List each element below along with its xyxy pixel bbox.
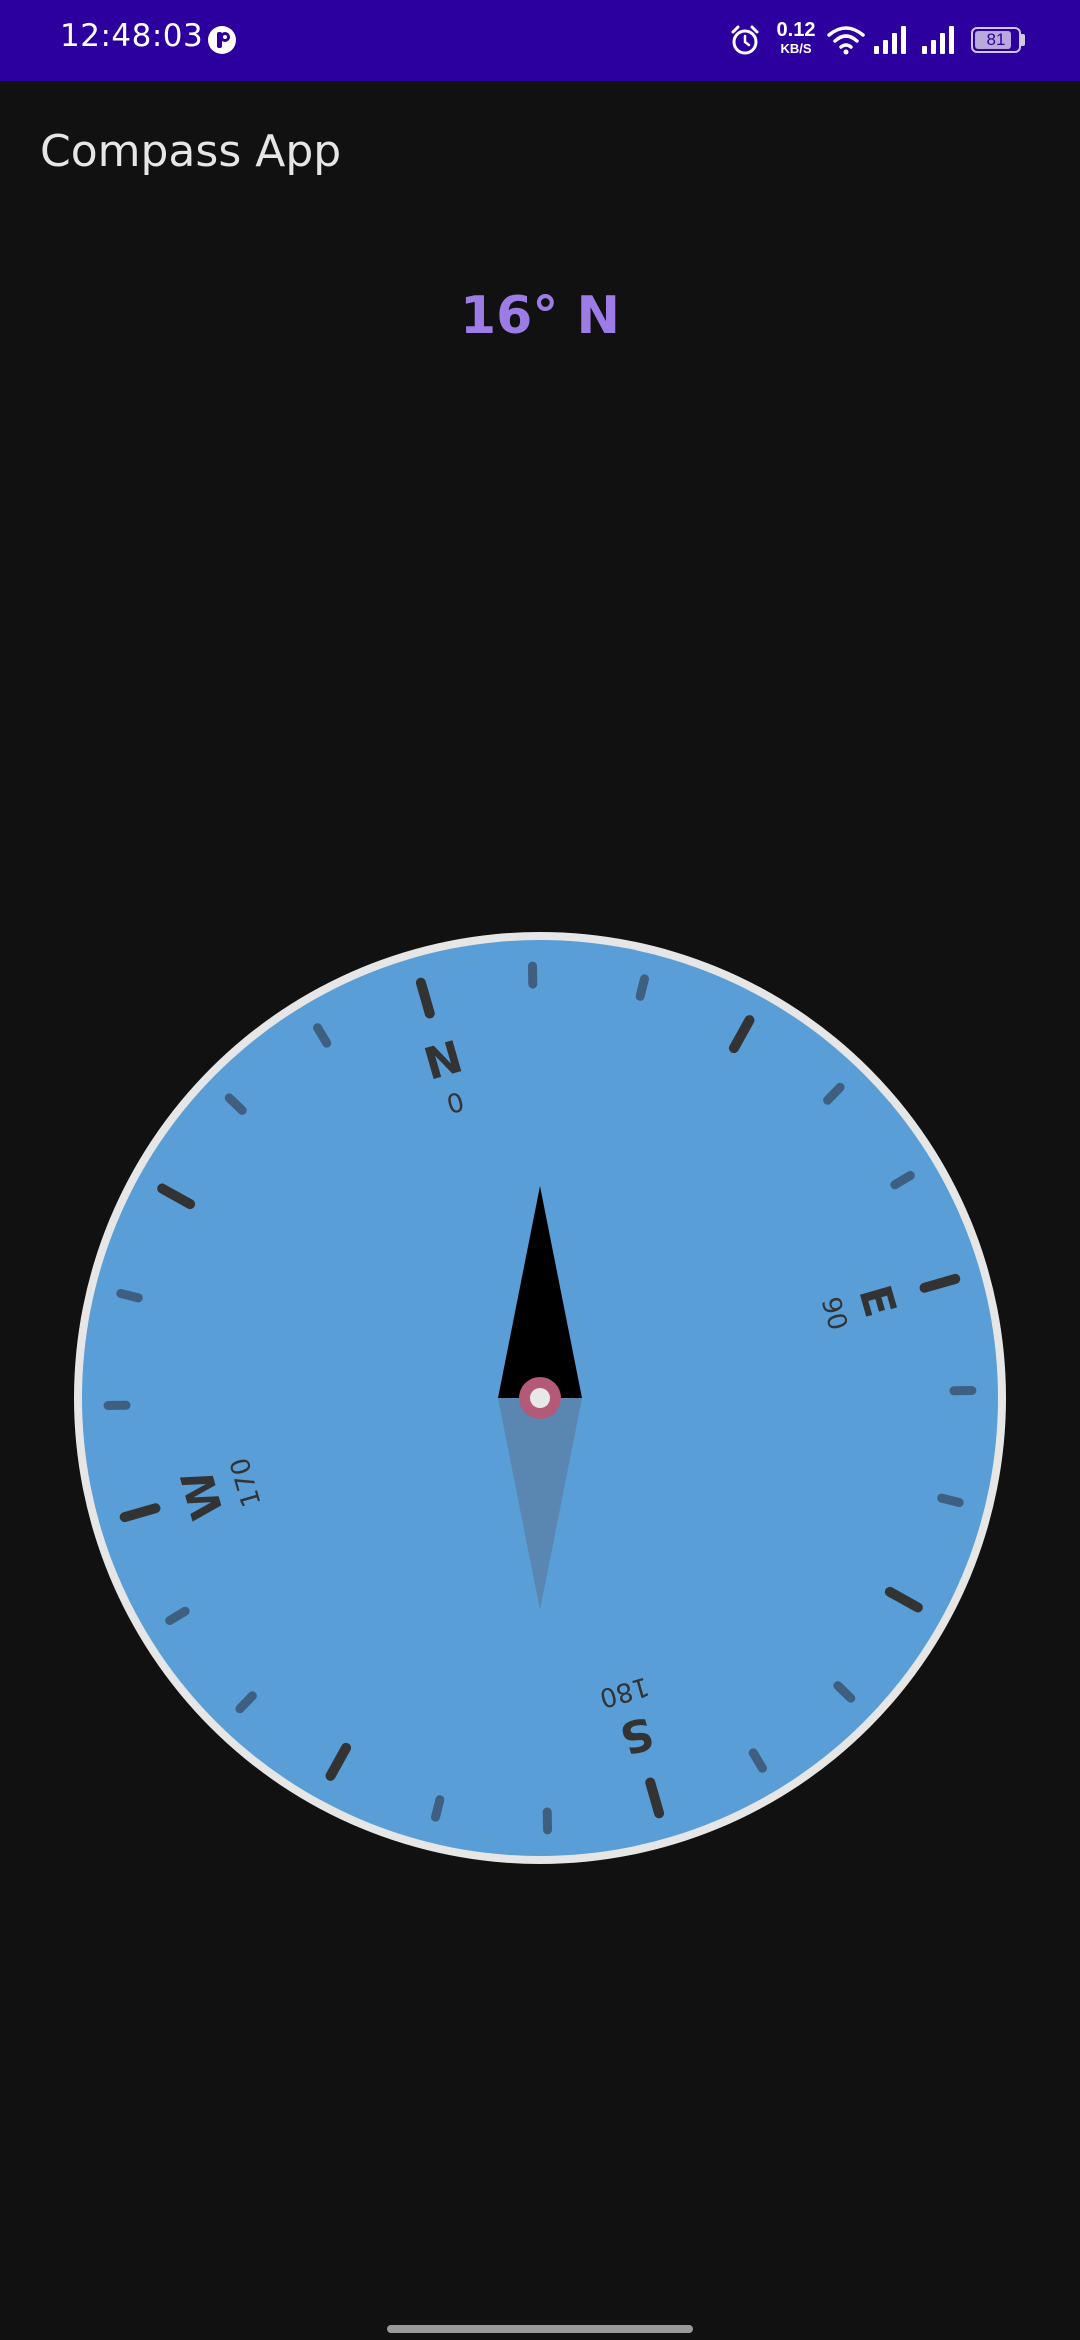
status-bar: 12:48:03 0.12 KB/S 81: [0, 0, 1080, 81]
notification-app-icon: [208, 26, 236, 54]
signal-icon: [874, 26, 906, 54]
battery-tip: [1021, 34, 1025, 46]
battery-level: 81: [986, 30, 1006, 49]
alarm-icon: [731, 25, 759, 55]
compass-dial: N0E90S180W170: [74, 932, 1006, 1864]
signal-icon: [922, 26, 954, 54]
wifi-icon: [827, 26, 865, 55]
network-speed: 0.12 KB/S: [774, 20, 818, 55]
app-title: Compass App: [40, 126, 342, 177]
minor-tick: [430, 1795, 445, 1822]
needle-pivot-center: [530, 1388, 550, 1408]
minor-tick: [116, 1288, 143, 1303]
network-speed-unit: KB/S: [780, 41, 812, 56]
minor-tick: [635, 974, 650, 1001]
minor-tick: [937, 1493, 964, 1508]
status-time: 12:48:03: [60, 18, 204, 54]
heading-readout: 16° N: [460, 286, 620, 346]
network-speed-value: 0.12: [776, 19, 816, 41]
home-indicator[interactable]: [387, 2325, 693, 2333]
battery-icon: 81: [971, 27, 1021, 53]
